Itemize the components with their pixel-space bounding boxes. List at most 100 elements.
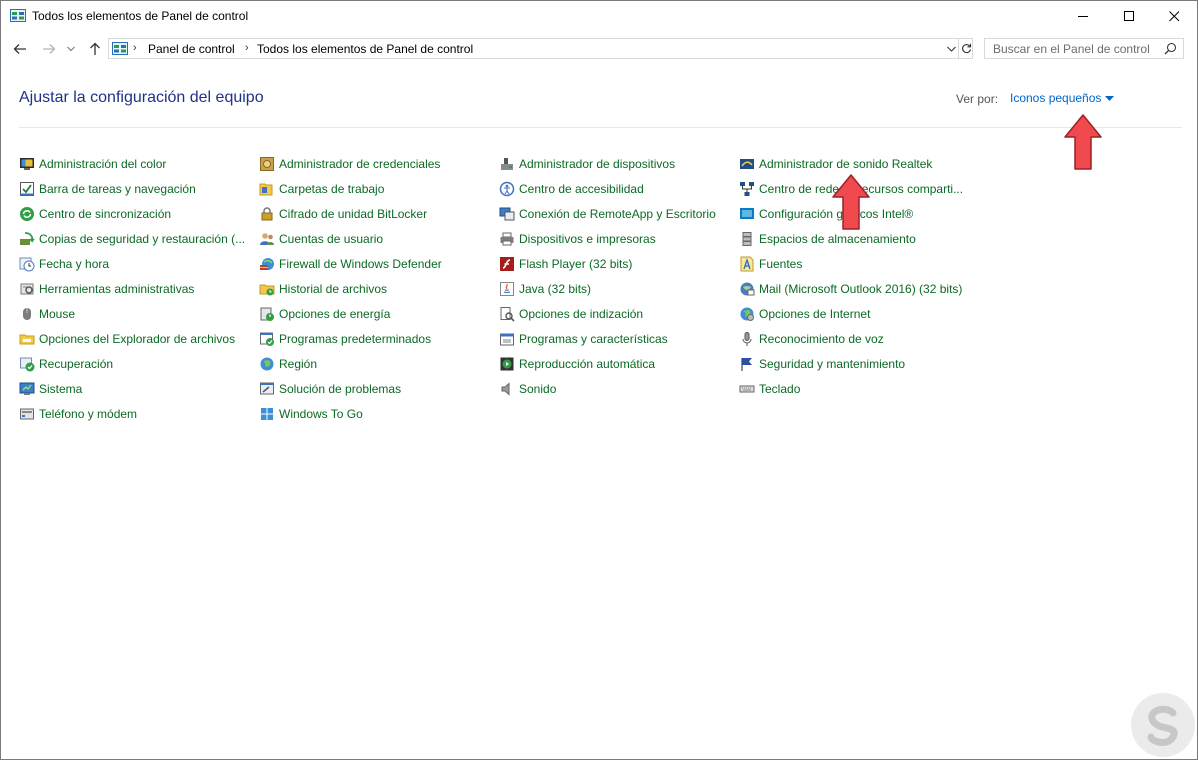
breadcrumb-todos-los-elementos[interactable]: Todos los elementos de Panel de control	[257, 42, 473, 56]
windows-to-go-icon	[259, 406, 275, 422]
item-label: Centro de accesibilidad	[519, 182, 644, 196]
item-label: Espacios de almacenamiento	[759, 232, 916, 246]
item-label: Java (32 bits)	[519, 282, 592, 296]
item-reconocimiento-de-voz[interactable]: Reconocimiento de voz	[739, 329, 884, 349]
item-sistema[interactable]: Sistema	[19, 379, 82, 399]
item-label: Conexión de RemoteApp y Escritorio	[519, 207, 716, 221]
item-sonido[interactable]: Sonido	[499, 379, 556, 399]
default-programs-icon	[259, 331, 275, 347]
item-region[interactable]: Región	[259, 354, 317, 374]
power-options-icon	[259, 306, 275, 322]
item-reproduccion-automatica[interactable]: Reproducción automática	[499, 354, 655, 374]
item-administrador-de-sonido-realtek[interactable]: Administrador de sonido Realtek	[739, 154, 932, 174]
search-input[interactable]	[985, 39, 1163, 58]
item-opciones-de-internet[interactable]: Opciones de Internet	[739, 304, 870, 324]
recent-locations-button[interactable]	[63, 39, 79, 59]
item-java[interactable]: Java (32 bits)	[499, 279, 591, 299]
user-accounts-icon	[259, 231, 275, 247]
item-solucion-de-problemas[interactable]: Solución de problemas	[259, 379, 401, 399]
item-label: Copias de seguridad y restauración (...	[39, 232, 246, 246]
region-icon	[259, 356, 275, 372]
item-fuentes[interactable]: Fuentes	[739, 254, 802, 274]
red-arrow-annotation	[832, 174, 870, 230]
breadcrumb-panel-de-control[interactable]: Panel de control	[148, 42, 235, 56]
system-icon	[19, 381, 35, 397]
item-recuperacion[interactable]: Recuperación	[19, 354, 113, 374]
bitlocker-icon	[259, 206, 275, 222]
credential-vault-icon	[259, 156, 275, 172]
up-button[interactable]	[85, 39, 105, 59]
flash-icon	[499, 256, 515, 272]
item-label: Administrador de dispositivos	[519, 157, 676, 171]
item-mail-outlook[interactable]: Mail (Microsoft Outlook 2016) (32 bits)	[739, 279, 962, 299]
item-centro-de-sincronizacion[interactable]: Centro de sincronización	[19, 204, 171, 224]
keyboard-icon	[739, 381, 755, 397]
recovery-icon	[19, 356, 35, 372]
firewall-icon	[259, 256, 275, 272]
control-panel-icon	[112, 42, 128, 55]
fonts-icon	[739, 256, 755, 272]
view-by-dropdown[interactable]: Iconos pequeños	[1010, 91, 1101, 105]
item-windows-to-go[interactable]: Windows To Go	[259, 404, 363, 424]
item-administracion-del-color[interactable]: Administración del color	[19, 154, 166, 174]
item-label: Centro de sincronización	[39, 207, 172, 221]
back-button[interactable]	[10, 39, 30, 59]
microphone-icon	[739, 331, 755, 347]
accessibility-icon	[499, 181, 515, 197]
item-label: Barra de tareas y navegación	[39, 182, 196, 196]
item-centro-de-accesibilidad[interactable]: Centro de accesibilidad	[499, 179, 644, 199]
item-seguridad-y-mantenimiento[interactable]: Seguridad y mantenimiento	[739, 354, 905, 374]
item-firewall[interactable]: Firewall de Windows Defender	[259, 254, 442, 274]
item-label: Herramientas administrativas	[39, 282, 195, 296]
chevron-right-icon[interactable]: ›	[245, 42, 249, 54]
item-dispositivos-e-impresoras[interactable]: Dispositivos e impresoras	[499, 229, 656, 249]
storage-spaces-icon	[739, 231, 755, 247]
item-conexion-remoteapp[interactable]: Conexión de RemoteApp y Escritorio	[499, 204, 716, 224]
maximize-icon	[1123, 11, 1134, 21]
item-barra-de-tareas[interactable]: Barra de tareas y navegación	[19, 179, 196, 199]
title-bar: Todos los elementos de Panel de control	[1, 1, 1197, 32]
item-herramientas-administrativas[interactable]: Herramientas administrativas	[19, 279, 194, 299]
item-copias-de-seguridad[interactable]: Copias de seguridad y restauración (...	[19, 229, 245, 249]
file-history-icon	[259, 281, 275, 297]
caret-down-icon[interactable]	[1105, 96, 1114, 101]
item-label: Teléfono y módem	[39, 407, 138, 421]
item-label: Solución de problemas	[279, 382, 402, 396]
item-opciones-de-indizacion[interactable]: Opciones de indización	[499, 304, 643, 324]
item-administrador-de-credenciales[interactable]: Administrador de credenciales	[259, 154, 440, 174]
intel-graphics-icon	[739, 206, 755, 222]
item-opciones-de-energia[interactable]: Opciones de energía	[259, 304, 390, 324]
maximize-button[interactable]	[1106, 1, 1152, 32]
item-flash-player[interactable]: Flash Player (32 bits)	[499, 254, 632, 274]
item-programas-y-caracteristicas[interactable]: Programas y características	[499, 329, 668, 349]
item-mouse[interactable]: Mouse	[19, 304, 75, 324]
modem-icon	[19, 406, 35, 422]
close-button[interactable]	[1151, 1, 1197, 32]
item-programas-predeterminados[interactable]: Programas predeterminados	[259, 329, 431, 349]
java-icon	[499, 281, 515, 297]
backup-icon	[19, 231, 35, 247]
item-configuracion-graficos-intel[interactable]: Configuración gráficos Intel®	[739, 204, 913, 224]
item-label: Programas predeterminados	[279, 332, 432, 346]
item-teclado[interactable]: Teclado	[739, 379, 800, 399]
chevron-right-icon[interactable]: ›	[133, 42, 137, 54]
search-box[interactable]	[984, 38, 1184, 59]
item-fecha-y-hora[interactable]: Fecha y hora	[19, 254, 109, 274]
folder-options-icon	[19, 331, 35, 347]
item-cifrado-bitlocker[interactable]: Cifrado de unidad BitLocker	[259, 204, 427, 224]
item-espacios-de-almacenamiento[interactable]: Espacios de almacenamiento	[739, 229, 916, 249]
item-label: Cuentas de usuario	[279, 232, 384, 246]
minimize-button[interactable]	[1060, 1, 1106, 32]
item-administrador-de-dispositivos[interactable]: Administrador de dispositivos	[499, 154, 675, 174]
forward-button[interactable]	[39, 39, 59, 59]
item-carpetas-de-trabajo[interactable]: Carpetas de trabajo	[259, 179, 384, 199]
item-telefono-y-modem[interactable]: Teléfono y módem	[19, 404, 137, 424]
item-opciones-del-explorador[interactable]: Opciones del Explorador de archivos	[19, 329, 235, 349]
item-historial-de-archivos[interactable]: Historial de archivos	[259, 279, 387, 299]
address-bar[interactable]: › Panel de control › Todos los elementos…	[108, 38, 973, 59]
control-panel-window: Todos los elementos de Panel de control …	[0, 0, 1198, 760]
refresh-button[interactable]	[958, 39, 973, 58]
watermark-logo	[1131, 693, 1195, 757]
item-cuentas-de-usuario[interactable]: Cuentas de usuario	[259, 229, 383, 249]
search-icon[interactable]	[1164, 42, 1177, 55]
